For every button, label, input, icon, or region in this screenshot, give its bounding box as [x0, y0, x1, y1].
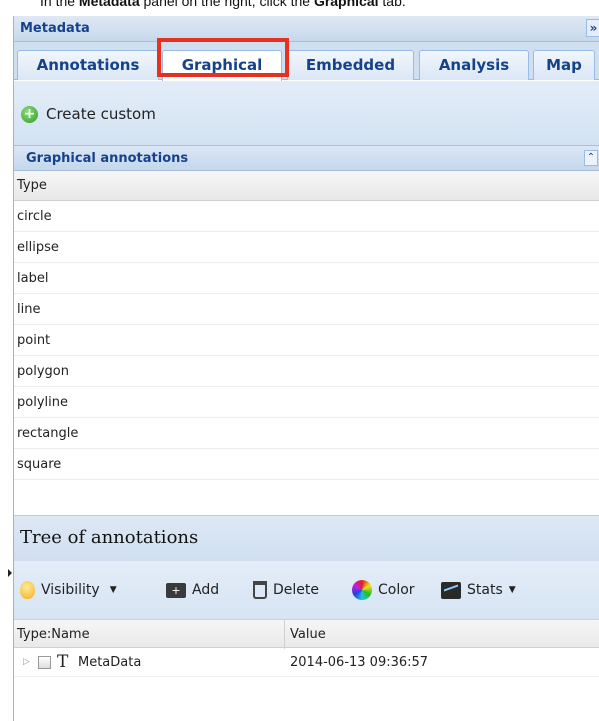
tree-toolbar: Visibility ▼ + Add Delete Color Stats ▼ [14, 561, 599, 619]
collapse-section-icon[interactable]: ⌃ [584, 150, 598, 166]
tree-row[interactable]: ▷ T MetaData 2014-06-13 09:36:57 [14, 648, 599, 677]
list-item[interactable]: label [14, 263, 599, 294]
list-item[interactable]: ellipse [14, 232, 599, 263]
metadata-tabs: Annotations Graphical Embedded Analysis … [14, 42, 599, 81]
trash-icon [253, 581, 267, 599]
list-item[interactable]: square [14, 449, 599, 480]
chevron-down-icon: ▼ [508, 585, 516, 595]
collapse-panel-icon[interactable]: » [586, 19, 599, 37]
expand-icon[interactable]: ▷ [23, 648, 30, 677]
lightbulb-icon [20, 581, 35, 599]
splitter-arrow-icon[interactable] [8, 569, 12, 577]
type-column-header[interactable]: Type [14, 171, 599, 201]
color-label: Color [378, 582, 415, 598]
graphical-annotations-header: Graphical annotations ⌃ [14, 145, 599, 171]
create-custom-button[interactable]: + Create custom [21, 103, 156, 125]
list-item[interactable]: rectangle [14, 418, 599, 449]
type-name-column-header[interactable]: Type:Name [17, 620, 90, 649]
color-wheel-icon [352, 580, 372, 600]
chevron-down-icon: ▼ [109, 585, 117, 595]
chart-icon [441, 581, 461, 599]
annotation-type-list: circle ellipse label line point polygon … [14, 201, 599, 480]
graphical-toolbar: + Create custom [14, 81, 599, 145]
add-label: Add [192, 582, 220, 598]
tab-embedded[interactable]: Embedded [287, 50, 414, 80]
value-column-header[interactable]: Value [290, 620, 326, 649]
graphical-annotations-title: Graphical annotations [26, 151, 189, 166]
add-circle-icon: + [21, 105, 38, 123]
tree-title: Tree of annotations [20, 527, 199, 548]
row-checkbox[interactable] [38, 656, 51, 669]
tree-of-annotations-header: Tree of annotations [14, 515, 599, 561]
tree-column-headers: Type:Name Value [14, 619, 599, 649]
tab-annotations[interactable]: Annotations [17, 50, 159, 80]
add-button[interactable]: + Add [166, 579, 219, 601]
delete-label: Delete [273, 582, 319, 598]
tab-map[interactable]: Map [533, 50, 595, 80]
list-item[interactable]: point [14, 325, 599, 356]
metadata-panel-title: Metadata [20, 21, 90, 36]
stats-button[interactable]: Stats ▼ [441, 579, 516, 601]
list-item[interactable]: circle [14, 201, 599, 232]
add-icon: + [166, 582, 186, 598]
metadata-panel: Metadata » Annotations Graphical Embedde… [13, 16, 599, 721]
instruction-caption: In the Metadata panel on the right, clic… [40, 0, 406, 9]
color-button[interactable]: Color [352, 579, 415, 601]
list-item[interactable]: polyline [14, 387, 599, 418]
visibility-button[interactable]: Visibility ▼ [20, 579, 117, 601]
create-custom-label: Create custom [46, 105, 156, 123]
list-item[interactable]: line [14, 294, 599, 325]
stats-label: Stats [467, 582, 503, 598]
tree-row-name: MetaData [78, 655, 142, 670]
highlight-box [157, 38, 289, 77]
text-type-icon: T [57, 652, 69, 672]
visibility-label: Visibility [41, 582, 100, 598]
delete-button[interactable]: Delete [253, 579, 319, 601]
metadata-panel-header: Metadata » [14, 16, 599, 42]
column-divider[interactable] [284, 620, 285, 649]
list-item[interactable]: polygon [14, 356, 599, 387]
tab-analysis[interactable]: Analysis [419, 50, 529, 80]
tree-row-value: 2014-06-13 09:36:57 [290, 655, 429, 670]
